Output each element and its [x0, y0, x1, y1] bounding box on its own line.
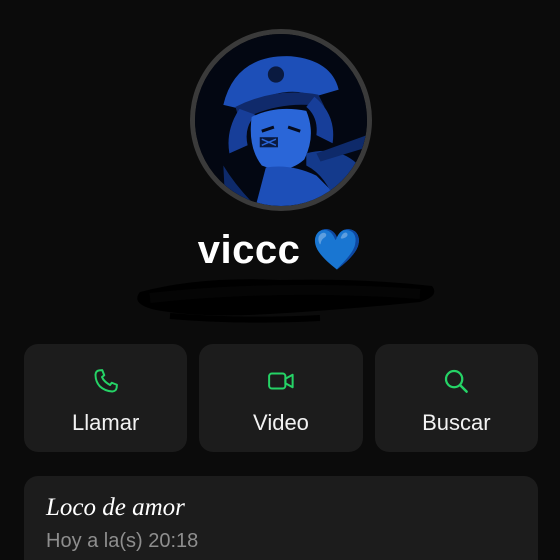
call-button-label: Llamar — [72, 410, 140, 435]
status-timestamp: Hoy a la(s) 20:18 — [46, 530, 199, 552]
search-button[interactable]: Buscar — [374, 344, 538, 452]
phone-icon — [94, 369, 118, 393]
status-text: Loco de amor — [46, 494, 185, 521]
call-button[interactable]: Llamar — [24, 344, 188, 452]
name-redaction-scribble — [137, 279, 435, 323]
video-button[interactable]: Video — [199, 344, 363, 452]
profile-photo-ring[interactable] — [190, 29, 372, 211]
search-icon — [445, 369, 469, 393]
video-camera-icon — [268, 372, 294, 390]
contact-actions: Llamar Video Buscar — [24, 344, 538, 452]
status-card[interactable]: Loco de amor Hoy a la(s) 20:18 — [24, 476, 538, 560]
video-button-label: Video — [253, 410, 309, 435]
profile-photo-image — [195, 34, 367, 206]
profile-photo[interactable] — [195, 34, 367, 206]
search-button-label: Buscar — [422, 410, 491, 435]
